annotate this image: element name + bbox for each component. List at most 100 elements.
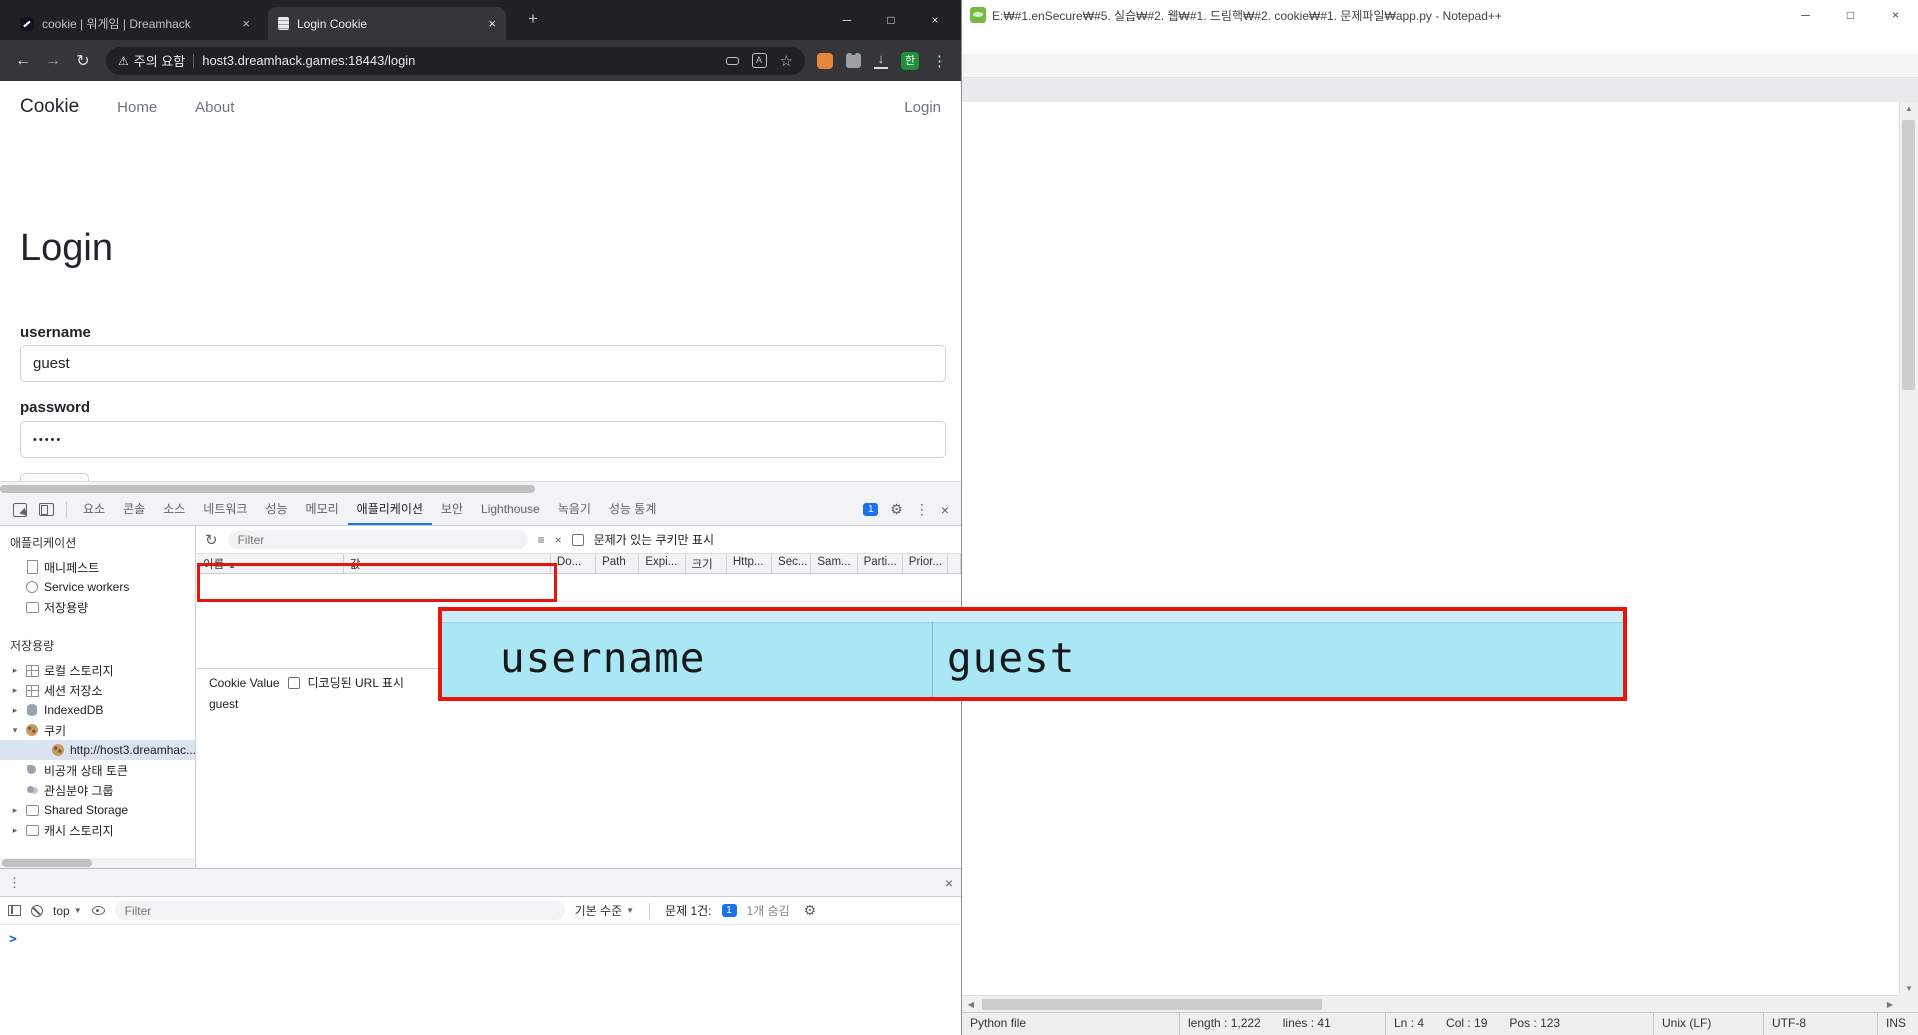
link-icon[interactable] bbox=[725, 56, 739, 65]
live-expression-icon[interactable] bbox=[91, 906, 105, 915]
sidebar-item[interactable]: Service workers bbox=[0, 577, 195, 597]
minimize-button[interactable]: ─ bbox=[1783, 0, 1828, 30]
inspect-element-icon[interactable] bbox=[13, 502, 27, 517]
console-issues-icon[interactable]: 1 bbox=[721, 904, 737, 917]
devtools-settings-icon[interactable]: ⚙ bbox=[890, 501, 903, 518]
sidebar-item[interactable]: 저장용량 bbox=[0, 597, 195, 617]
sidebar-item[interactable]: 관심분야 그룹 bbox=[0, 780, 195, 800]
maximize-button[interactable]: □ bbox=[1828, 0, 1873, 30]
scrollbar-thumb[interactable] bbox=[982, 999, 1322, 1010]
issues-counter[interactable]: 1 bbox=[863, 503, 879, 516]
clear-filter-icon[interactable]: × bbox=[555, 533, 562, 547]
column-header[interactable]: Parti... bbox=[858, 554, 903, 573]
scrollbar-thumb[interactable] bbox=[2, 859, 92, 867]
devtools-tab[interactable]: 네트워크 bbox=[194, 494, 256, 525]
devtools-close-icon[interactable]: × bbox=[941, 502, 949, 518]
column-header[interactable]: Sec... bbox=[772, 554, 812, 573]
sidebar-item[interactable]: ▸ 캐시 스토리지 bbox=[0, 820, 195, 840]
sidebar-item[interactable]: ▸ IndexedDB bbox=[0, 700, 195, 720]
devtools-tab[interactable]: 소스 bbox=[154, 494, 194, 525]
scroll-down-icon[interactable]: ▼ bbox=[1900, 984, 1918, 993]
forward-icon[interactable]: → bbox=[40, 52, 66, 70]
filter-options-icon[interactable]: ≡ bbox=[538, 533, 545, 547]
sidebar-horizontal-scrollbar[interactable] bbox=[0, 858, 195, 868]
devtools-tab[interactable]: 녹음기 bbox=[549, 494, 600, 525]
new-tab-button[interactable]: + bbox=[522, 9, 544, 29]
sidebar-item[interactable]: http://host3.dreamhac... bbox=[0, 740, 195, 760]
reload-icon[interactable]: ↻ bbox=[70, 51, 96, 71]
close-button[interactable]: × bbox=[1873, 0, 1918, 30]
close-button[interactable]: × bbox=[913, 0, 957, 40]
extension-icon[interactable] bbox=[817, 52, 833, 69]
scrollbar-thumb[interactable] bbox=[1902, 120, 1915, 390]
tree-arrow-icon[interactable]: ▾ bbox=[10, 725, 20, 736]
log-level-selector[interactable]: 기본 수준 ▼ bbox=[575, 902, 634, 919]
context-selector[interactable]: top ▼ bbox=[53, 904, 82, 918]
devtools-tab[interactable]: 콘솔 bbox=[114, 494, 154, 525]
column-header[interactable]: Sam... bbox=[811, 554, 858, 573]
drawer-menu-icon[interactable]: ⋮ bbox=[8, 875, 21, 891]
editor-horizontal-scrollbar[interactable]: ◀ ▶ bbox=[962, 995, 1899, 1013]
minimize-button[interactable]: ─ bbox=[825, 0, 869, 40]
column-header[interactable]: Do... bbox=[551, 554, 597, 573]
issue-cookies-checkbox[interactable] bbox=[571, 533, 584, 546]
browser-tab[interactable]: cookie | 워게임 | Dreamhack × bbox=[10, 7, 260, 40]
back-icon[interactable]: ← bbox=[10, 52, 36, 70]
console-prompt[interactable]: > bbox=[0, 925, 961, 947]
translate-icon[interactable]: A bbox=[751, 53, 767, 68]
devtools-menu-icon[interactable]: ⋮ bbox=[915, 501, 929, 518]
column-header[interactable]: Http... bbox=[727, 554, 773, 573]
console-filter-input[interactable] bbox=[114, 901, 565, 920]
decode-url-checkbox[interactable] bbox=[287, 676, 300, 689]
column-header[interactable]: Prior... bbox=[903, 554, 948, 573]
sidebar-item[interactable]: ▾ 쿠키 bbox=[0, 720, 195, 740]
console-settings-icon[interactable]: ⚙ bbox=[804, 902, 817, 919]
eol-status[interactable]: Unix (LF) bbox=[1654, 1013, 1764, 1035]
bookmark-star-icon[interactable]: ☆ bbox=[780, 52, 793, 70]
page-horizontal-scrollbar[interactable] bbox=[0, 481, 961, 495]
tree-arrow-icon[interactable]: ▸ bbox=[10, 685, 20, 696]
editor-vertical-scrollbar[interactable]: ▲ ▼ bbox=[1899, 102, 1918, 995]
cookie-filter-input[interactable] bbox=[227, 530, 528, 549]
devtools-tab[interactable]: 애플리케이션 bbox=[348, 494, 432, 525]
devtools-tab[interactable]: 요소 bbox=[74, 494, 114, 525]
password-input[interactable] bbox=[20, 421, 946, 458]
tab-close-icon[interactable]: × bbox=[488, 16, 496, 31]
devtools-tab[interactable]: 보안 bbox=[432, 494, 472, 525]
browser-tab[interactable]: Login Cookie × bbox=[268, 7, 506, 40]
refresh-icon[interactable]: ↻ bbox=[205, 531, 218, 549]
devtools-tab[interactable]: 성능 통계 bbox=[600, 494, 666, 525]
code-editor[interactable] bbox=[962, 102, 1899, 995]
tree-arrow-icon[interactable]: ▸ bbox=[10, 825, 20, 836]
address-bar[interactable]: ⚠ 주의 요함 host3.dreamhack.games:18443/logi… bbox=[106, 46, 805, 75]
tree-arrow-icon[interactable]: ▸ bbox=[10, 665, 20, 676]
devtools-tab[interactable]: 성능 bbox=[256, 494, 296, 525]
encoding-status[interactable]: UTF-8 bbox=[1764, 1013, 1878, 1035]
korean-ime-badge[interactable]: 한 bbox=[901, 51, 919, 70]
column-header[interactable]: 크기 bbox=[686, 554, 727, 573]
site-brand[interactable]: Cookie bbox=[20, 96, 79, 118]
scroll-left-icon[interactable]: ◀ bbox=[962, 996, 980, 1013]
browser-menu-icon[interactable]: ⋮ bbox=[932, 52, 947, 70]
device-toolbar-icon[interactable] bbox=[39, 503, 54, 516]
clear-console-icon[interactable] bbox=[31, 904, 43, 917]
devtools-tab[interactable]: Lighthouse bbox=[472, 494, 549, 525]
sidebar-item[interactable]: ▸ Shared Storage bbox=[0, 800, 195, 820]
sidebar-item[interactable]: ▸ 로컬 스토리지 bbox=[0, 660, 195, 680]
username-input[interactable] bbox=[20, 345, 946, 382]
column-header[interactable]: Path bbox=[596, 554, 640, 573]
drawer-close-icon[interactable]: × bbox=[945, 875, 953, 891]
tree-arrow-icon[interactable]: ▸ bbox=[10, 705, 20, 716]
site-nav-link[interactable]: About bbox=[195, 99, 234, 116]
sidebar-item[interactable]: ▸ 세션 저장소 bbox=[0, 680, 195, 700]
sidebar-item[interactable]: 비공개 상태 토큰 bbox=[0, 760, 195, 780]
download-icon[interactable]: ↓ bbox=[874, 52, 888, 69]
extensions-puzzle-icon[interactable] bbox=[846, 50, 861, 68]
security-chip[interactable]: ⚠ 주의 요함 bbox=[118, 51, 185, 70]
tree-arrow-icon[interactable]: ▸ bbox=[10, 805, 20, 816]
tab-close-icon[interactable]: × bbox=[242, 16, 250, 31]
maximize-button[interactable]: □ bbox=[869, 0, 913, 40]
scroll-up-icon[interactable]: ▲ bbox=[1900, 104, 1918, 113]
devtools-tab[interactable]: 메모리 bbox=[297, 494, 348, 525]
login-link[interactable]: Login bbox=[904, 99, 941, 116]
